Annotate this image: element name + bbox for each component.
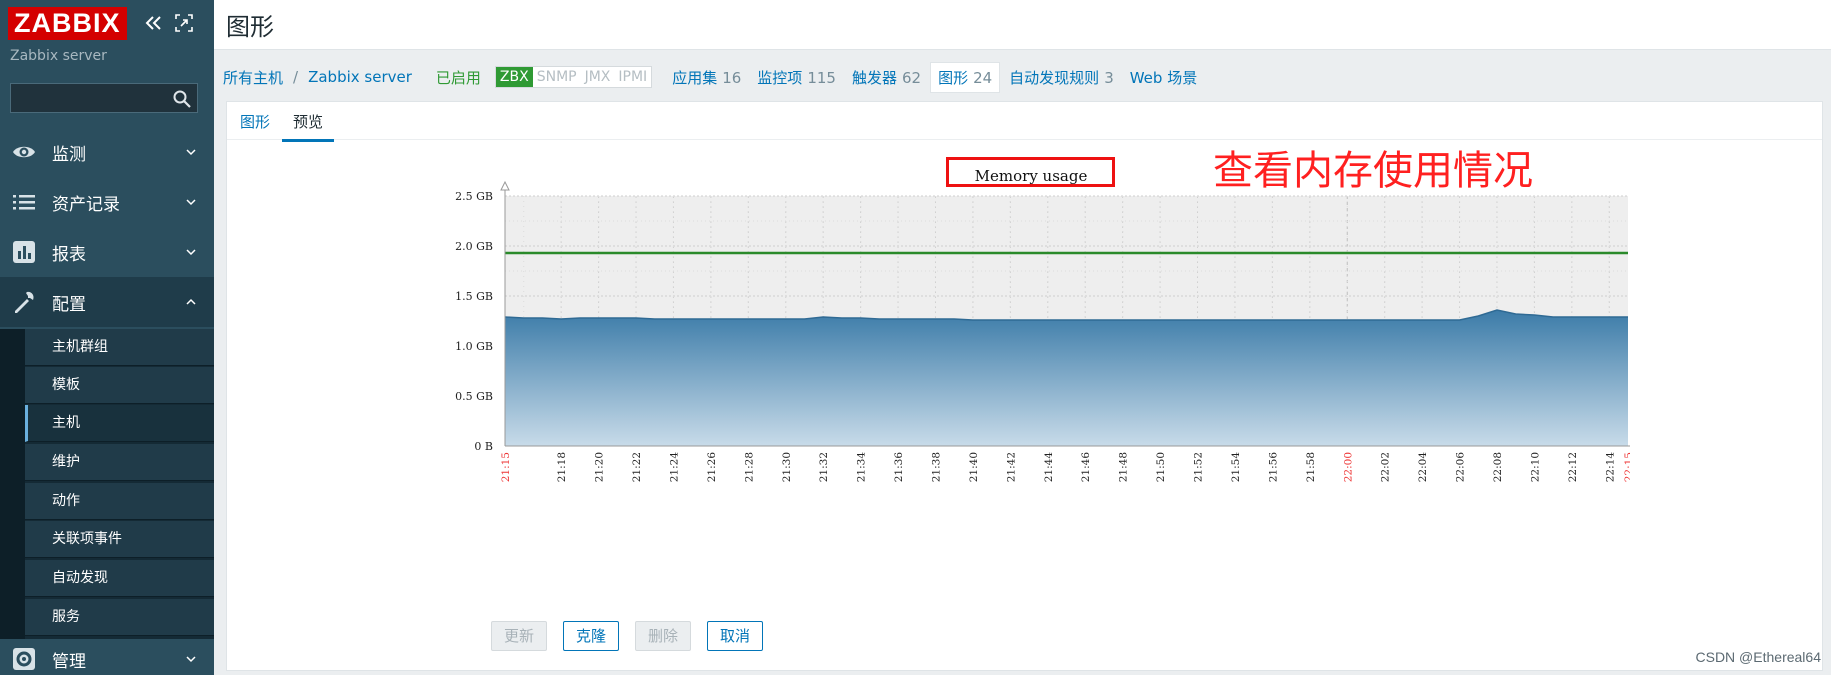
x-tick-label: 21:56 (1267, 452, 1279, 483)
menu-label-reports: 报表 (52, 244, 86, 265)
server-name: Zabbix server (10, 48, 107, 64)
x-tick-label: 21:40 (968, 452, 980, 482)
eye-icon (13, 146, 35, 158)
y-tick-label: 2.5 GB (455, 190, 493, 203)
gear-icon (13, 648, 35, 670)
x-tick-label: 22:08 (1492, 452, 1504, 482)
x-tick-label: 21:44 (1043, 452, 1055, 483)
x-tick-label: 22:06 (1455, 452, 1467, 483)
x-tick-label: 22:10 (1529, 452, 1541, 482)
y-tick-label: 2.0 GB (455, 240, 493, 253)
x-tick-label: 21:22 (631, 452, 643, 482)
x-tick-label: 22:04 (1417, 452, 1429, 483)
sidebar-search[interactable] (10, 83, 198, 113)
x-tick-label: 21:34 (856, 452, 868, 483)
x-tick-label: 21:58 (1305, 452, 1317, 482)
submenu-services[interactable]: 服务 (25, 599, 214, 636)
cancel-button[interactable]: 取消 (707, 621, 764, 651)
series-available-memory-area (505, 310, 1628, 446)
watermark: CSDN @Ethereal64 (1695, 649, 1822, 665)
y-tick-label: 1.5 GB (455, 290, 493, 303)
x-tick-label: 21:48 (1118, 452, 1130, 482)
x-tick-label: 21:46 (1080, 452, 1092, 483)
submenu-event-correlation[interactable]: 关联项事件 (25, 521, 214, 558)
wrench-icon (15, 291, 34, 313)
search-input[interactable] (11, 84, 179, 112)
x-tick-label: 21:24 (668, 452, 680, 483)
page-header: 图形 (214, 0, 1831, 50)
x-start-label: 03-28 21:15 (500, 452, 512, 485)
x-tick-label: 21:18 (556, 452, 568, 482)
zabbix-logo[interactable]: ZABBIX (8, 7, 127, 40)
x-tick-label: 21:32 (818, 452, 830, 482)
x-tick-label: 21:20 (594, 452, 606, 482)
x-tick-label: 21:28 (743, 452, 755, 482)
annotation-note: 查看内存使用情况 (1213, 148, 1533, 194)
form-buttons: 更新 克隆 删除 取消 (491, 621, 779, 651)
menu-administration[interactable]: 管理 (0, 634, 214, 675)
y-tick-label: 0.5 GB (455, 390, 493, 403)
x-tick-label: 22:02 (1380, 452, 1392, 482)
menu-label-administration: 管理 (52, 651, 86, 672)
clone-button[interactable]: 克隆 (563, 621, 620, 651)
x-tick-label: 21:42 (1005, 452, 1017, 482)
x-tick-label: 21:36 (893, 452, 905, 483)
collapse-sidebar-icon[interactable] (144, 13, 164, 33)
x-tick-label: 22:12 (1567, 452, 1579, 482)
y-tick-label: 0 B (474, 440, 493, 453)
x-tick-label: 21:54 (1230, 452, 1242, 483)
submenu-rail (0, 329, 25, 639)
x-tick-label: 21:52 (1193, 452, 1205, 482)
x-end-label: 03-28 22:15 (1623, 452, 1630, 485)
page-title: 图形 (226, 13, 274, 41)
submenu-discovery[interactable]: 自动发现 (25, 560, 214, 597)
menu-label-configuration: 配置 (52, 294, 86, 315)
x-tick-label: 22:00 (1342, 452, 1354, 482)
y-tick-label: 1.0 GB (455, 340, 493, 353)
y-axis-arrow (500, 180, 510, 191)
x-tick-label: 21:30 (781, 452, 793, 482)
bar-chart-icon (13, 241, 35, 263)
chevron-down-icon (186, 656, 196, 663)
submenu-actions[interactable]: 动作 (25, 483, 214, 520)
x-tick-label: 21:50 (1155, 452, 1167, 482)
x-tick-label: 22:14 (1604, 452, 1616, 483)
chart-title-highlight (946, 157, 1115, 187)
kiosk-mode-icon[interactable] (175, 14, 193, 32)
delete-button[interactable]: 删除 (635, 621, 692, 651)
menu-label-monitoring: 监测 (52, 144, 86, 165)
memory-usage-chart: 0 B 0.5 GB 1.0 GB 1.5 GB 2.0 GB 2.5 GB 21:18 21… (455, 167, 1630, 485)
list-icon (13, 195, 35, 210)
x-tick-label: 21:38 (930, 452, 942, 482)
menu-label-inventory: 资产记录 (52, 194, 120, 215)
update-button[interactable]: 更新 (491, 621, 548, 651)
x-tick-label: 21:26 (706, 452, 718, 483)
